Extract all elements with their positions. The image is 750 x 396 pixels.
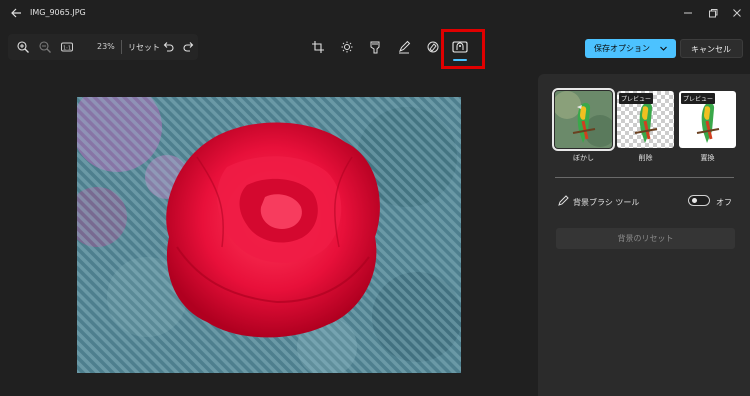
svg-text:1:1: 1:1 [63, 46, 71, 52]
replace-option-label: 置換 [700, 154, 715, 162]
adjust-brightness-icon[interactable] [340, 40, 354, 54]
window-title: IMG_9065.JPG [30, 8, 86, 17]
reset-background-button[interactable]: 背景のリセット [556, 228, 735, 249]
blur-option[interactable] [552, 88, 615, 151]
chevron-down-icon [659, 44, 668, 53]
cancel-button[interactable]: キャンセル [680, 39, 743, 58]
preview-badge: プレビュー [681, 93, 716, 104]
background-brush-tool-label: 背景ブラシ ツール [573, 198, 640, 207]
redo-icon[interactable] [182, 40, 196, 54]
minimize-icon[interactable] [682, 7, 694, 19]
preview-badge: プレビュー [619, 93, 654, 104]
panel-divider [555, 177, 734, 178]
brush-tool-toggle[interactable] [688, 195, 710, 206]
background-tool-icon[interactable] [450, 38, 470, 58]
actual-size-icon[interactable]: 1:1 [60, 40, 74, 54]
zoom-out-icon[interactable] [38, 40, 52, 54]
replace-option[interactable]: プレビュー [679, 91, 736, 148]
zoom-group: 1:1 23% リセット [8, 34, 198, 60]
toggle-state-label: オフ [716, 198, 732, 207]
back-arrow-icon[interactable] [9, 6, 23, 20]
brush-icon [557, 195, 569, 207]
crop-icon[interactable] [311, 40, 325, 54]
remove-option[interactable]: プレビュー [617, 91, 674, 148]
image-canvas[interactable] [77, 97, 461, 373]
background-panel: プレビュー プレビュー ぼかし 削除 置換 背景ブラシ ツール オフ 背景のリセ… [538, 74, 750, 396]
blur-option-label: ぼかし [573, 154, 594, 162]
undo-icon[interactable] [161, 40, 175, 54]
filter-icon[interactable] [368, 40, 382, 54]
cancel-label: キャンセル [691, 45, 731, 54]
toolbar-divider [121, 40, 122, 54]
toggle-knob [692, 198, 697, 203]
title-bar: IMG_9065.JPG [0, 0, 750, 28]
erase-objects-icon[interactable] [426, 40, 440, 54]
reset-button[interactable]: リセット [128, 42, 160, 53]
save-options-button[interactable]: 保存オプション [585, 39, 676, 58]
zoom-in-icon[interactable] [16, 40, 30, 54]
restore-icon[interactable] [707, 7, 719, 19]
active-tool-indicator [453, 59, 467, 61]
zoom-level: 23% [97, 42, 115, 51]
markup-pen-icon[interactable] [397, 40, 411, 54]
save-options-label: 保存オプション [594, 44, 650, 53]
rose-flower [166, 122, 380, 338]
remove-option-label: 削除 [638, 154, 653, 162]
close-icon[interactable] [731, 7, 743, 19]
